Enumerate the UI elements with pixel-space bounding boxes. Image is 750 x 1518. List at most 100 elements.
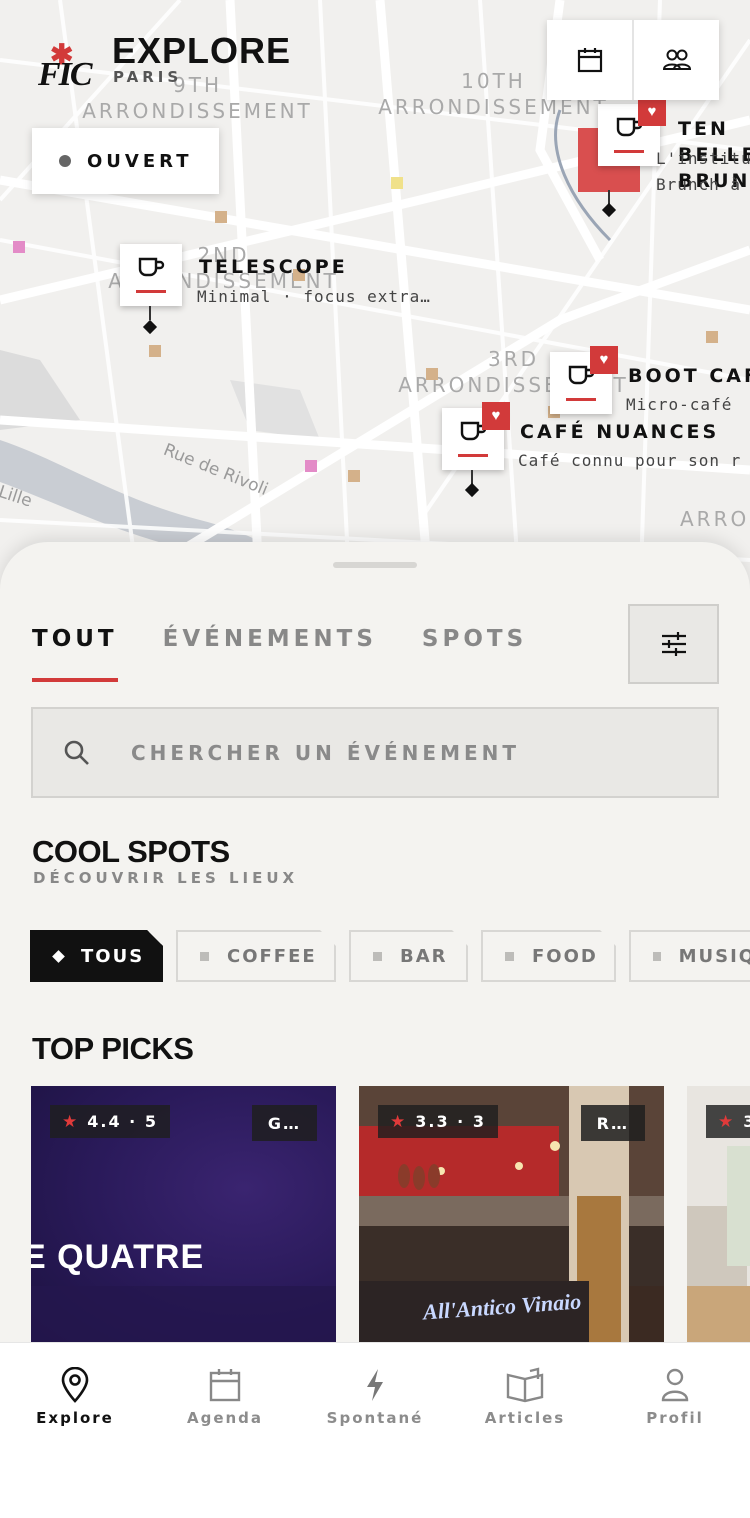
status-dot-icon (59, 155, 71, 167)
page-title: EXPLORE (112, 30, 292, 71)
logo-text: FIC (38, 56, 93, 93)
rating-text: 3.3 · 3 (415, 1112, 486, 1131)
pin-accent-bar (136, 290, 166, 293)
pin-desc: Café connu pour son r (518, 451, 742, 470)
chip-mark-icon (200, 952, 209, 961)
map-poi-marker[interactable] (305, 460, 317, 472)
nav-label: Agenda (186, 1409, 264, 1427)
chip-tous[interactable]: TOUS (30, 930, 163, 982)
map-poi-marker[interactable] (348, 470, 360, 482)
bottom-sheet: TOUT ÉVÉNEMENTS SPOTS CHERCHER UN ÉVÉNEM… (0, 542, 750, 1342)
pick-card[interactable]: ★3 (687, 1086, 750, 1342)
pick-card[interactable]: E QUATRE ★ 4.4 · 5 G… (31, 1086, 336, 1342)
sheet-drag-handle[interactable] (333, 562, 417, 568)
sliders-icon (661, 632, 686, 656)
map-poi-marker[interactable] (706, 331, 718, 343)
nav-label: Explore (36, 1409, 114, 1427)
map-pin-telescope[interactable] (120, 244, 182, 306)
nav-profil[interactable]: Profil (600, 1343, 750, 1518)
star-icon: ★ (390, 1111, 408, 1132)
calendar-button[interactable] (547, 20, 632, 100)
top-picks-carousel[interactable]: E QUATRE ★ 4.4 · 5 G… All'Antico Vinaio ★… (31, 1086, 750, 1342)
map-poi-marker[interactable] (391, 177, 403, 189)
favorite-heart-icon: ♥ (638, 98, 666, 126)
chip-bar[interactable]: BAR (349, 930, 468, 982)
status-label: OUVERT (87, 150, 193, 172)
chip-mark-icon (52, 950, 65, 963)
nav-articles[interactable]: Articles (450, 1343, 600, 1518)
nav-label: Spontané (326, 1409, 424, 1427)
rating-badge: ★ 4.4 · 5 (50, 1105, 170, 1138)
rating-text: 3 (743, 1112, 750, 1131)
category-badge: R… (580, 1105, 645, 1141)
chip-label: MUSIQUE (678, 945, 750, 967)
content-tabs: TOUT ÉVÉNEMENTS SPOTS (32, 626, 572, 684)
pin-desc: Micro-café (626, 395, 733, 414)
star-icon: ★ (62, 1111, 80, 1132)
book-icon (506, 1367, 544, 1403)
pin-desc: Minimal · focus extra… (197, 287, 431, 306)
chip-label: TOUS (81, 945, 145, 967)
map-district-label: ARRO (680, 507, 750, 531)
search-placeholder: CHERCHER UN ÉVÉNEMENT (131, 740, 521, 765)
pick-card[interactable]: All'Antico Vinaio ★ 3.3 · 3 R… (359, 1086, 664, 1342)
chip-label: COFFEE (227, 945, 317, 967)
search-input[interactable]: CHERCHER UN ÉVÉNEMENT (31, 707, 719, 798)
lightning-icon (367, 1369, 383, 1401)
chip-mark-icon (653, 952, 661, 961)
nav-spontane[interactable]: Spontané (300, 1343, 450, 1518)
map-poi-marker[interactable] (149, 345, 161, 357)
group-icon (662, 49, 691, 70)
card-image-text: E QUATRE (31, 1238, 205, 1276)
person-icon (661, 1368, 689, 1402)
rating-badge: ★3 (706, 1105, 750, 1138)
pin-accent-bar (458, 454, 488, 457)
city-label: PARIS (113, 68, 183, 86)
chip-musique[interactable]: MUSIQUE (629, 930, 750, 982)
app-logo: ✱ FIC (36, 39, 93, 96)
cool-spots-subtitle: DÉCOUVRIR LES LIEUX (33, 869, 299, 887)
map-poi-marker[interactable] (13, 241, 25, 253)
top-picks-title: TOP PICKS (32, 1031, 194, 1066)
pin-stem (149, 306, 151, 320)
group-button[interactable] (632, 20, 719, 100)
map-actions (547, 20, 719, 100)
map-pin-ten-belles[interactable]: ♥ (598, 98, 666, 166)
nav-label: Profil (646, 1409, 704, 1427)
nav-label: Articles (484, 1409, 566, 1427)
chip-food[interactable]: FOOD (481, 930, 616, 982)
tab-spots[interactable]: SPOTS (422, 626, 527, 684)
tab-evenements[interactable]: ÉVÉNEMENTS (163, 626, 377, 684)
map-poi-marker[interactable] (215, 211, 227, 223)
chip-mark-icon (373, 952, 382, 961)
nav-explore[interactable]: Explore (0, 1343, 150, 1518)
calendar-icon (209, 1369, 241, 1402)
cool-spots-title: COOL SPOTS (32, 834, 230, 869)
open-now-toggle[interactable]: OUVERT (32, 128, 219, 194)
pin-accent-bar (614, 150, 644, 153)
pin-name: CAFÉ NUANCES (520, 421, 720, 443)
tab-tout[interactable]: TOUT (32, 626, 118, 684)
chip-coffee[interactable]: COFFEE (176, 930, 336, 982)
chip-label: BAR (400, 945, 448, 967)
map-poi-marker[interactable] (426, 368, 438, 380)
pin-accent-bar (566, 398, 596, 401)
pin-name: TELESCOPE (199, 256, 348, 278)
map-pin-boot-cafe[interactable]: ♥ (550, 346, 618, 414)
map-pin-icon (61, 1367, 89, 1403)
chip-label: FOOD (532, 945, 598, 967)
rating-text: 4.4 · 5 (87, 1112, 158, 1131)
pin-name: BOOT CAFÉ (628, 365, 750, 387)
map-view[interactable]: 9TH ARRONDISSEMENT 10TH ARRONDISSEMENT 2ND… (0, 0, 750, 600)
favorite-heart-icon: ♥ (482, 402, 510, 430)
category-badge: G… (251, 1105, 317, 1141)
filter-button[interactable] (628, 604, 719, 684)
chip-mark-icon (505, 952, 514, 961)
pin-desc: L'institution Brunch à (656, 149, 750, 194)
category-filter-chips: TOUS COFFEE BAR FOOD MUSIQUE (30, 930, 750, 982)
bottom-navigation: Explore Agenda Spontané Articles Profil (0, 1342, 750, 1518)
favorite-heart-icon: ♥ (590, 346, 618, 374)
nav-agenda[interactable]: Agenda (150, 1343, 300, 1518)
coffee-cup-icon (138, 257, 165, 277)
map-pin-cafe-nuances[interactable]: ♥ (442, 402, 510, 470)
